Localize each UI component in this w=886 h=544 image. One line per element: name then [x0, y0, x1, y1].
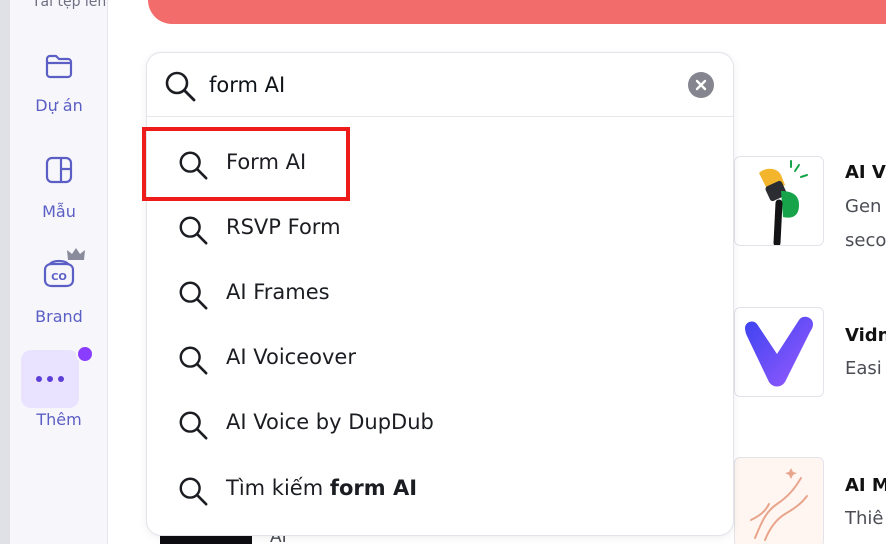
suggestion-label: RSVP Form — [226, 215, 341, 239]
app-card-title[interactable]: AI V — [845, 162, 886, 183]
highlight-annotation — [142, 127, 350, 201]
app-card-thumbnail[interactable] — [160, 535, 252, 544]
suggestion-prefix: Tìm kiếm — [226, 476, 330, 500]
more-button[interactable] — [21, 350, 79, 408]
suggestion-label: AI Voiceover — [226, 345, 356, 369]
search-bar — [147, 53, 733, 117]
search-input[interactable] — [209, 67, 669, 103]
more-icon — [36, 376, 64, 382]
sidebar-item-label: Dự án — [35, 96, 83, 115]
sidebar-item-uploads-label[interactable]: Tải tệp lên — [32, 0, 106, 10]
app-card-description: Thiê — [845, 508, 884, 529]
app-card-title[interactable]: AI M — [845, 475, 886, 496]
notification-dot — [76, 345, 94, 363]
search-icon — [179, 411, 208, 440]
promo-banner — [148, 0, 886, 24]
sidebar-item-templates[interactable]: Mẫu — [10, 150, 108, 230]
folder-icon — [45, 54, 73, 79]
sidebar-item-projects[interactable]: Dự án — [10, 46, 108, 126]
window-edge — [0, 0, 10, 544]
search-icon — [179, 281, 208, 310]
search-suggestion[interactable]: AI Voice by DupDub — [147, 393, 733, 455]
search-suggestion[interactable]: AI Voiceover — [147, 328, 733, 390]
search-dropdown: Form AI RSVP Form AI Frames AI Voiceover… — [147, 53, 733, 535]
sidebar: Tải tệp lên Dự án Mẫu CO Brand Thêm — [10, 0, 108, 544]
app-card-description: Easi — [845, 358, 882, 379]
app-card-thumbnail[interactable] — [734, 156, 824, 246]
sidebar-item-label: Mẫu — [42, 202, 76, 221]
svg-text:CO: CO — [51, 272, 67, 283]
search-icon — [165, 71, 196, 102]
vidnoz-logo-icon — [745, 316, 813, 387]
search-all-suggestion[interactable]: Tìm kiếm form AI — [147, 459, 733, 521]
app-card-description: Gen — [845, 196, 882, 217]
close-icon — [695, 79, 707, 91]
suggestion-query: form AI — [329, 476, 418, 500]
search-icon — [179, 216, 208, 245]
app-card-title[interactable]: Vidn — [845, 325, 886, 346]
search-icon — [179, 346, 208, 375]
crown-icon — [67, 248, 85, 260]
app-card-description: seco — [845, 230, 886, 251]
template-icon — [45, 156, 73, 184]
suggestion-label: AI Frames — [226, 280, 330, 304]
app-card-thumbnail[interactable] — [734, 457, 824, 544]
app-card-thumbnail[interactable] — [734, 307, 824, 397]
clear-search-button[interactable] — [688, 72, 714, 98]
microphone-icon — [759, 160, 808, 245]
search-icon — [179, 477, 208, 506]
search-suggestion[interactable]: RSVP Form — [147, 198, 733, 260]
search-suggestion[interactable]: AI Frames — [147, 263, 733, 325]
sidebar-item-brand[interactable]: CO Brand — [10, 245, 108, 335]
hand-art-icon — [750, 468, 808, 541]
sidebar-item-label: Thêm — [36, 410, 82, 429]
suggestion-label: AI Voice by DupDub — [226, 410, 434, 434]
sidebar-item-label: Brand — [35, 307, 83, 326]
suggestion-label: Tìm kiếm form AI — [226, 476, 417, 500]
